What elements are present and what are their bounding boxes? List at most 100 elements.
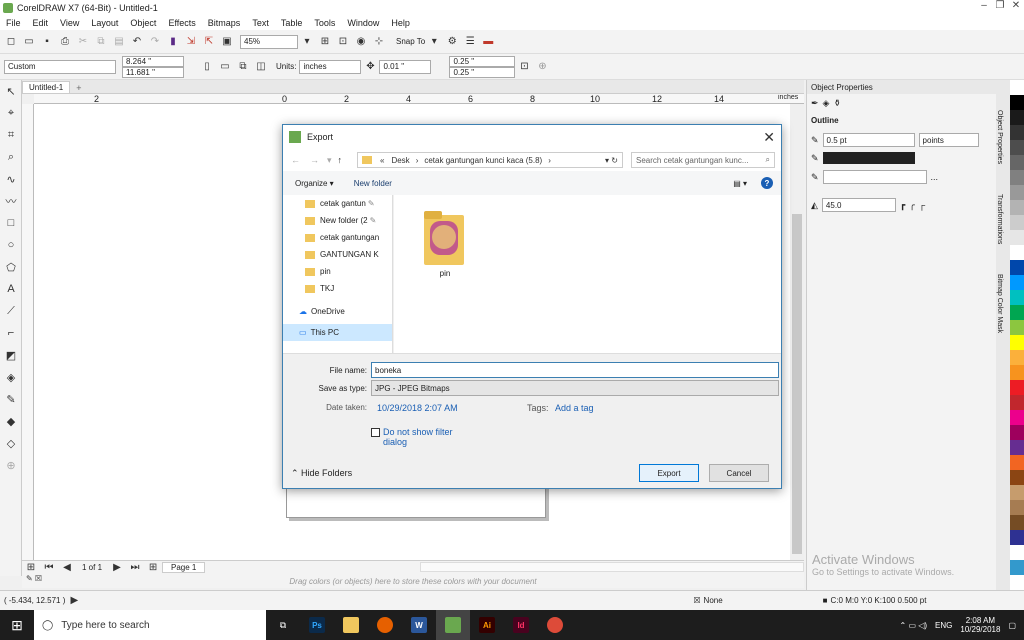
palette-swatch[interactable]	[1010, 380, 1024, 395]
palette-swatch[interactable]	[1010, 485, 1024, 500]
palette-swatch[interactable]	[1010, 275, 1024, 290]
landscape-icon[interactable]: ▭	[216, 59, 234, 75]
file-explorer-icon[interactable]	[334, 610, 368, 640]
file-item[interactable]: pin	[420, 207, 470, 278]
filename-input[interactable]: boneka	[371, 362, 779, 378]
page-height-field[interactable]: 11.681 "	[122, 66, 184, 78]
pick-tool-icon[interactable]: ↖	[0, 80, 22, 102]
breadcrumb-current-folder[interactable]: cetak gantungan kunci kaca (5.8)	[421, 156, 545, 165]
help-icon[interactable]: ?	[761, 177, 773, 189]
export-button[interactable]: Export	[639, 464, 699, 482]
nav-item[interactable]: GANTUNGAN K	[283, 246, 392, 263]
eyedropper-tool-icon[interactable]: ✎	[0, 388, 22, 410]
palette-swatch[interactable]	[1010, 365, 1024, 380]
cut-icon[interactable]: ✂	[74, 34, 92, 50]
play-icon[interactable]: ▶	[65, 593, 83, 609]
save-as-type-select[interactable]: JPG - JPEG Bitmaps	[371, 380, 779, 396]
close-icon[interactable]: ✕	[1008, 0, 1024, 11]
vertical-scrollbar[interactable]	[790, 104, 804, 560]
menu-view[interactable]: View	[54, 18, 85, 28]
rectangle-tool-icon[interactable]: □	[0, 212, 22, 234]
nav-item[interactable]: cetak gantun ✎	[283, 195, 392, 212]
units-select[interactable]: inches	[299, 59, 362, 74]
docker-tab-object-properties[interactable]: Object Properties	[996, 80, 1003, 164]
nav-item[interactable]: pin	[283, 263, 392, 280]
recent-dropdown-icon[interactable]: ▾	[327, 155, 332, 166]
outline-units-select[interactable]: points	[918, 133, 979, 147]
snap-dropdown-icon[interactable]: ▾	[425, 34, 443, 50]
filter-checkbox-label[interactable]: Do not show filter dialog	[383, 427, 463, 447]
palette-swatch[interactable]	[1010, 260, 1024, 275]
text-tool-icon[interactable]: A	[0, 278, 22, 300]
outline-pen-icon[interactable]: ✒	[811, 98, 819, 109]
date-taken-value[interactable]: 10/29/2018 2:07 AM	[377, 403, 458, 413]
indesign-icon[interactable]: Id	[504, 610, 538, 640]
scroll-thumb[interactable]	[792, 214, 802, 554]
new-folder-button[interactable]: New folder	[354, 179, 392, 188]
nav-item-onedrive[interactable]: ☁ OneDrive	[283, 303, 392, 320]
search-icon[interactable]: ⌕	[766, 155, 774, 165]
menu-table[interactable]: Table	[275, 18, 309, 28]
palette-swatch[interactable]	[1010, 230, 1024, 245]
horizontal-ruler[interactable]: 2 0 2 4 6 8 10 12 14 inches	[34, 94, 804, 104]
palette-swatch[interactable]	[1010, 290, 1024, 305]
palette-swatch[interactable]	[1010, 245, 1024, 260]
palette-swatch[interactable]	[1010, 545, 1024, 560]
crop-tool-icon[interactable]: ⌗	[0, 124, 22, 146]
launcher-icon[interactable]: ☰	[461, 34, 479, 50]
menu-bitmaps[interactable]: Bitmaps	[202, 18, 247, 28]
undo-icon[interactable]: ↶	[128, 34, 146, 50]
address-bar[interactable]: « Desk › cetak gantungan kunci kaca (5.8…	[357, 152, 623, 168]
corner-bevel-icon[interactable]: ┌	[919, 200, 925, 210]
vertical-ruler[interactable]	[22, 104, 34, 560]
menu-layout[interactable]: Layout	[85, 18, 124, 28]
add-tool-icon[interactable]: ⊕	[0, 454, 22, 476]
palette-swatch[interactable]	[1010, 530, 1024, 545]
start-icon[interactable]: ⊞	[0, 610, 34, 640]
shape-tool-icon[interactable]: ⌖	[0, 102, 22, 124]
palette-swatch[interactable]	[1010, 500, 1024, 515]
transparency-icon[interactable]: ⚱	[833, 98, 841, 109]
breadcrumb-separator[interactable]: ›	[413, 156, 422, 165]
smart-fill-icon[interactable]: ◇	[0, 432, 22, 454]
grid-icon[interactable]: ⊹	[370, 34, 388, 50]
connector-tool-icon[interactable]: ⌐	[0, 322, 22, 344]
corner-miter-icon[interactable]: ┏	[900, 200, 905, 211]
drawing-page[interactable]	[286, 486, 546, 518]
nav-item[interactable]: TKJ	[283, 280, 392, 297]
back-icon[interactable]: ←	[291, 155, 300, 165]
minimize-icon[interactable]: –	[976, 0, 992, 11]
current-page-icon[interactable]: ◫	[252, 59, 270, 75]
view-icon[interactable]: ◉	[352, 34, 370, 50]
palette-swatch[interactable]	[1010, 335, 1024, 350]
view-options-icon[interactable]: ▤ ▾	[733, 179, 747, 188]
task-view-icon[interactable]: ⧉	[266, 610, 300, 640]
palette-swatch[interactable]	[1010, 455, 1024, 470]
dialog-close-icon[interactable]: ✕	[763, 129, 775, 146]
palette-swatch[interactable]	[1010, 305, 1024, 320]
palette-swatch[interactable]	[1010, 470, 1024, 485]
breadcrumb-desk[interactable]: Desk	[388, 156, 412, 165]
menu-help[interactable]: Help	[385, 18, 416, 28]
save-icon[interactable]: ▪	[38, 34, 56, 50]
redo-icon[interactable]: ↷	[146, 34, 164, 50]
export-icon[interactable]: ⇱	[200, 34, 218, 50]
corner-round-icon[interactable]: ╭	[909, 200, 914, 211]
menu-effects[interactable]: Effects	[162, 18, 201, 28]
photoshop-icon[interactable]: Ps	[300, 610, 334, 640]
word-icon[interactable]: W	[402, 610, 436, 640]
copy-icon[interactable]: ⧉	[92, 34, 110, 50]
rulers-icon[interactable]: ⊡	[334, 34, 352, 50]
search-box[interactable]: Search cetak gantungan kunc... ⌕	[631, 152, 775, 168]
palette-swatch[interactable]	[1010, 155, 1024, 170]
outline-color-swatch[interactable]	[822, 152, 915, 164]
up-icon[interactable]: ↑	[338, 155, 343, 165]
page-width-field[interactable]: 8.264 "	[122, 55, 184, 67]
line-style-select[interactable]	[822, 170, 927, 184]
welcome-icon[interactable]: ▬	[479, 34, 497, 50]
palette-swatch[interactable]	[1010, 80, 1024, 95]
breadcrumb-separator[interactable]: ›	[545, 156, 554, 165]
palette-swatch[interactable]	[1010, 95, 1024, 110]
ellipse-tool-icon[interactable]: ○	[0, 234, 22, 256]
nav-item[interactable]: New folder (2 ✎	[283, 212, 392, 229]
